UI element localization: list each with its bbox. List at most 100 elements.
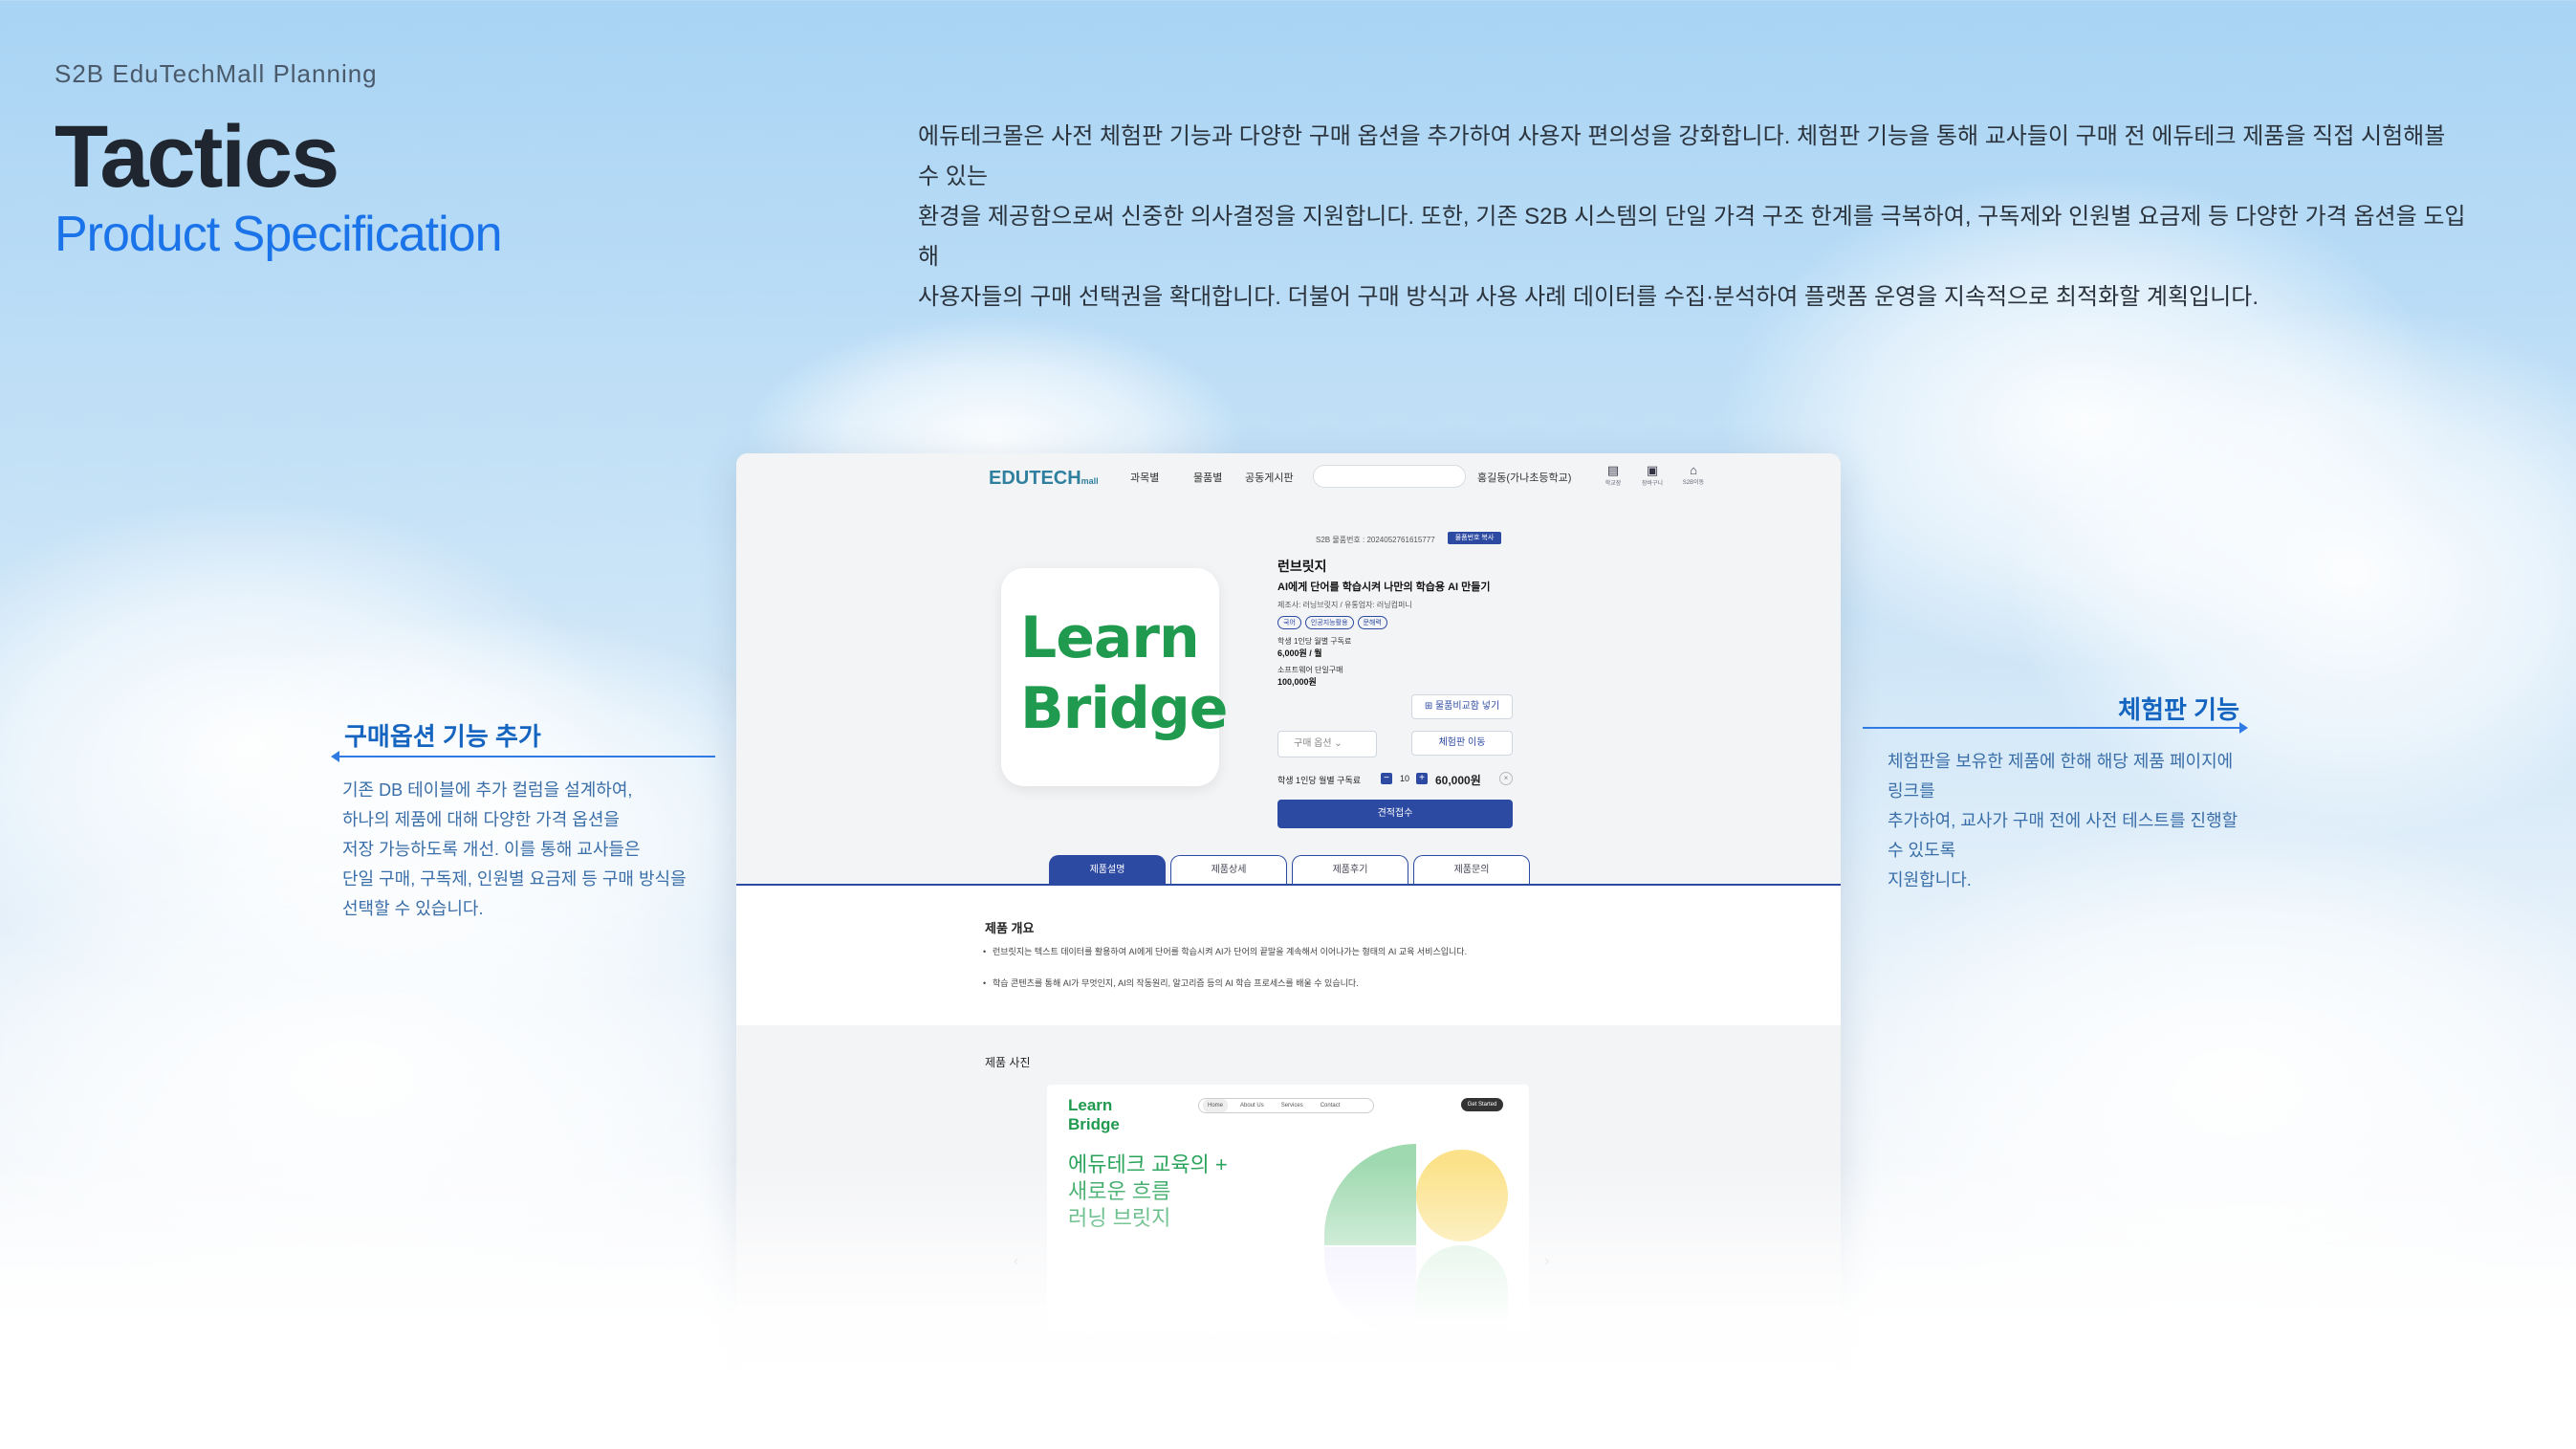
overview-title: 제품 개요 xyxy=(985,921,1035,935)
compare-button[interactable]: ⊞ 물품비교함 넣기 xyxy=(1411,694,1513,719)
minus-button[interactable]: − xyxy=(1381,773,1392,784)
decor-shape xyxy=(1324,1247,1416,1333)
arrow-right-icon xyxy=(2239,722,2248,734)
tab-description[interactable]: 제품설명 xyxy=(1049,855,1166,884)
decor-shape xyxy=(1324,1144,1416,1245)
chevron-down-icon: ⌄ xyxy=(1334,738,1343,749)
store-icon[interactable]: ▤ 학교장 xyxy=(1599,463,1627,487)
page-subtitle: Product Specification xyxy=(55,207,502,262)
tab-details[interactable]: 제품상세 xyxy=(1170,855,1287,884)
callout-purchase-options: 구매옵션 기능 추가 기존 DB 테이블에 추가 컬럼을 설계하여, 하나의 제… xyxy=(331,719,734,924)
product-page-mockup: EDUTECHmall 과목별 물품별 공동게시판 홍길동(가나초등학교) ▤ 학… xyxy=(736,453,1841,1449)
qty-label: 학생 1인당 월별 구독료 xyxy=(1277,776,1362,785)
product-image-line: Learn xyxy=(1020,604,1200,671)
logo-text: EDUTECH xyxy=(989,468,1081,489)
logo-suffix: mall xyxy=(1081,476,1099,486)
price-value: 6,000원 / 월 xyxy=(1277,648,1322,658)
intro-paragraph: 에듀테크몰은 사전 체험판 기능과 다양한 구매 옵션을 추가하여 사용자 편의… xyxy=(918,117,2467,318)
clipboard-icon[interactable]: ▣ 장바구니 xyxy=(1638,463,1667,487)
callout-trial: 체험판 기능 체험판을 보유한 제품에 한해 해당 제품 페이지에 링크를 추가… xyxy=(1863,691,2248,895)
price-value: 100,000원 xyxy=(1277,677,1317,687)
callout-line: 추가하여, 교사가 구매 전에 사전 테스트를 진행할 수 있도록 xyxy=(1888,811,2238,860)
callout-connector-line xyxy=(1863,727,2241,729)
callout-line: 단일 구매, 구독제, 인원별 요금제 등 구매 방식을 xyxy=(342,869,687,889)
callout-line: 선택할 수 있습니다. xyxy=(342,899,484,918)
overview-bullet: 학습 콘텐츠를 통해 AI가 무엇인지, AI의 작동원리, 알고리즘 등의 A… xyxy=(983,977,1585,990)
site-nav-item: Services xyxy=(1280,1103,1303,1109)
product-desc: AI에게 단어를 학습시켜 나만의 학습용 AI 만들기 xyxy=(1277,582,1491,593)
trial-button[interactable]: 체험판 이동 xyxy=(1411,731,1513,756)
tag[interactable]: 국어 xyxy=(1277,616,1301,629)
tag[interactable]: 인공지능활용 xyxy=(1304,616,1354,629)
nav-link-subject[interactable]: 과목별 xyxy=(1130,470,1159,485)
product-reg-no: S2B 물품번호 : 2024052761615777 xyxy=(1316,536,1435,544)
product-tabs: 제품설명 제품상세 제품후기 제품문의 xyxy=(1049,855,1530,884)
callout-title: 구매옵션 기능 추가 xyxy=(344,722,541,751)
arrow-left-icon xyxy=(331,751,339,762)
site-headline: 에듀테크 교육의 + 새로운 흐름 러닝 브릿지 xyxy=(1068,1152,1228,1232)
price-subscription: 학생 1인당 월별 구독료 6,000원 / 월 xyxy=(1277,635,1351,660)
mock-navbar: EDUTECHmall 과목별 물품별 공동게시판 홍길동(가나초등학교) ▤ 학… xyxy=(736,453,1841,499)
header-tag: S2B EduTechMall Planning xyxy=(55,59,378,88)
icon-label: 장바구니 xyxy=(1641,481,1664,487)
price-label: 학생 1인당 월별 구독료 xyxy=(1277,637,1352,646)
tab-reviews[interactable]: 제품후기 xyxy=(1292,855,1408,884)
callout-body: 체험판을 보유한 제품에 한해 해당 제품 페이지에 링크를 추가하여, 교사가… xyxy=(1863,747,2245,895)
order-button[interactable]: 견적접수 xyxy=(1277,800,1513,828)
callout-line: 기존 DB 테이블에 추가 컬럼을 설계하여, xyxy=(342,780,633,800)
site-nav-item: Contact xyxy=(1320,1103,1341,1109)
purchase-option-select[interactable]: 구매 옵션 ⌄ xyxy=(1277,731,1377,757)
site-nav-item: Home xyxy=(1203,1099,1229,1112)
select-value: 구매 옵션 xyxy=(1294,738,1332,749)
remove-option-button[interactable]: × xyxy=(1499,772,1513,785)
site-logo-line: Bridge xyxy=(1068,1115,1120,1133)
product-image-line: Bridge xyxy=(1020,675,1228,742)
headline-line: 에듀테크 교육의 + xyxy=(1068,1153,1228,1176)
product-name: 런브릿지 xyxy=(1277,559,1327,574)
callout-body: 기존 DB 테이블에 추가 컬럼을 설계하여, 하나의 제품에 대해 다양한 가… xyxy=(333,776,734,924)
callout-title: 체험판 기능 xyxy=(2118,695,2239,724)
site-logo: Learn Bridge xyxy=(1068,1096,1120,1134)
headline-line: 새로운 흐름 xyxy=(1068,1179,1171,1203)
site-nav-item: About Us xyxy=(1240,1103,1264,1109)
site-cta: Get Started xyxy=(1461,1098,1503,1111)
callout-line: 저장 가능하도록 개선. 이를 통해 교사들은 xyxy=(342,840,641,859)
carousel-next-icon[interactable]: › xyxy=(1544,1253,1549,1270)
price-single: 소프트웨어 단일구매 100,000원 xyxy=(1277,664,1343,689)
intro-line: 환경을 제공함으로써 신중한 의사결정을 지원합니다. 또한, 기존 S2B 시… xyxy=(918,204,2466,270)
search-input[interactable] xyxy=(1313,465,1466,488)
overview-section: 제품 개요 런브릿지는 텍스트 데이터를 활용하여 AI에게 단어를 학습시켜 … xyxy=(736,886,1841,1025)
callout-connector-line xyxy=(338,756,715,757)
plus-button[interactable]: + xyxy=(1416,773,1428,784)
callout-line: 지원합니다. xyxy=(1888,870,1972,889)
quantity-row: 학생 1인당 월별 구독료 − 10 + 60,000원 × xyxy=(1277,770,1513,789)
product-photo: Learn Bridge Home About Us Services Cont… xyxy=(1047,1085,1529,1333)
qty-value[interactable]: 10 xyxy=(1400,774,1409,783)
nav-link-board[interactable]: 공동게시판 xyxy=(1245,470,1294,485)
product-image: Learn Bridge xyxy=(1001,568,1228,786)
copy-reg-button[interactable]: 물품번호 복사 xyxy=(1448,532,1501,544)
intro-line: 사용자들의 구매 선택권을 확대합니다. 더불어 구매 방식과 사용 사례 데이… xyxy=(918,284,2259,310)
site-logo-line: Learn xyxy=(1068,1096,1113,1114)
decor-shape xyxy=(1416,1150,1508,1241)
photo-section-title: 제품 사진 xyxy=(985,1056,1031,1069)
icon-label: 학교장 xyxy=(1605,481,1622,487)
overview-bullet: 런브릿지는 텍스트 데이터를 활용하여 AI에게 단어를 학습시켜 AI가 단어… xyxy=(983,945,1585,958)
product-maker: 제조사: 러닝브릿지 / 유통업자: 러닝컴퍼니 xyxy=(1277,601,1412,609)
nav-link-product[interactable]: 물품별 xyxy=(1193,470,1222,485)
qty-price: 60,000원 xyxy=(1435,774,1481,787)
user-name[interactable]: 홍길동(가나초등학교) xyxy=(1477,470,1571,485)
carousel-prev-icon[interactable]: ‹ xyxy=(1014,1253,1018,1270)
price-label: 소프트웨어 단일구매 xyxy=(1277,666,1343,674)
tab-inquiry[interactable]: 제품문의 xyxy=(1413,855,1530,884)
page-title: Tactics xyxy=(55,108,339,206)
intro-line: 에듀테크몰은 사전 체험판 기능과 다양한 구매 옵션을 추가하여 사용자 편의… xyxy=(918,123,2446,189)
tag[interactable]: 문해력 xyxy=(1357,616,1387,629)
home-icon[interactable]: ⌂ S2B이동 xyxy=(1679,463,1708,486)
headline-line: 러닝 브릿지 xyxy=(1068,1206,1171,1230)
site-logo[interactable]: EDUTECHmall xyxy=(989,468,1099,490)
callout-line: 체험판을 보유한 제품에 한해 해당 제품 페이지에 링크를 xyxy=(1888,752,2234,801)
compare-label: 물품비교함 넣기 xyxy=(1434,701,1500,712)
icon-label: S2B이동 xyxy=(1682,480,1705,486)
product-tags: 국어 인공지능활용 문해력 xyxy=(1277,616,1387,629)
